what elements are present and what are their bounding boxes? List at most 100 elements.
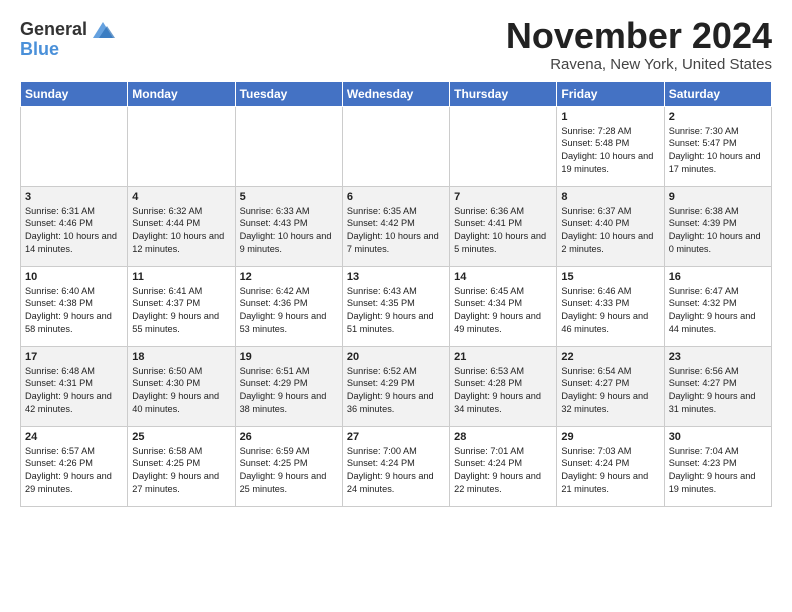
cell-info: Sunrise: 6:53 AMSunset: 4:28 PMDaylight:… — [454, 365, 552, 417]
cell-info: Sunrise: 6:37 AMSunset: 4:40 PMDaylight:… — [561, 205, 659, 257]
week-row-3: 10 Sunrise: 6:40 AMSunset: 4:38 PMDayligh… — [21, 266, 772, 346]
cell-w3-d3: 12 Sunrise: 6:42 AMSunset: 4:36 PMDayligh… — [235, 266, 342, 346]
cell-info: Sunrise: 6:43 AMSunset: 4:35 PMDaylight:… — [347, 285, 445, 337]
cell-w1-d2 — [128, 106, 235, 186]
day-number: 2 — [669, 111, 767, 123]
day-number: 15 — [561, 271, 659, 283]
day-number: 17 — [25, 351, 123, 363]
cell-w5-d6: 29 Sunrise: 7:03 AMSunset: 4:24 PMDayligh… — [557, 426, 664, 506]
cell-w1-d1 — [21, 106, 128, 186]
day-number: 18 — [132, 351, 230, 363]
cell-w2-d4: 6 Sunrise: 6:35 AMSunset: 4:42 PMDaylight… — [342, 186, 449, 266]
day-number: 27 — [347, 431, 445, 443]
day-number: 6 — [347, 191, 445, 203]
header: General Blue November 2024 Ravena, New Y… — [20, 16, 772, 73]
cell-w2-d2: 4 Sunrise: 6:32 AMSunset: 4:44 PMDaylight… — [128, 186, 235, 266]
cell-w1-d3 — [235, 106, 342, 186]
logo-text-general: General — [20, 20, 87, 40]
cell-info: Sunrise: 6:40 AMSunset: 4:38 PMDaylight:… — [25, 285, 123, 337]
cell-info: Sunrise: 6:38 AMSunset: 4:39 PMDaylight:… — [669, 205, 767, 257]
cell-w5-d2: 25Sunrise: 6:58 AMSunset: 4:25 PMDayligh… — [128, 426, 235, 506]
cell-info: Sunrise: 6:57 AMSunset: 4:26 PMDaylight:… — [25, 445, 123, 497]
cell-info: Sunrise: 6:45 AMSunset: 4:34 PMDaylight:… — [454, 285, 552, 337]
cell-info: Sunrise: 7:04 AMSunset: 4:23 PMDaylight:… — [669, 445, 767, 497]
week-row-2: 3 Sunrise: 6:31 AMSunset: 4:46 PMDaylight… — [21, 186, 772, 266]
day-number: 12 — [240, 271, 338, 283]
cell-info: Sunrise: 6:56 AMSunset: 4:27 PMDaylight:… — [669, 365, 767, 417]
cell-w3-d1: 10 Sunrise: 6:40 AMSunset: 4:38 PMDayligh… — [21, 266, 128, 346]
day-number: 25 — [132, 431, 230, 443]
cell-w4-d5: 21 Sunrise: 6:53 AMSunset: 4:28 PMDayligh… — [450, 346, 557, 426]
cell-info: Sunrise: 6:32 AMSunset: 4:44 PMDaylight:… — [132, 205, 230, 257]
col-header-sunday: Sunday — [21, 81, 128, 106]
logo-icon — [89, 16, 117, 44]
day-number: 24 — [25, 431, 123, 443]
cell-info: Sunrise: 6:47 AMSunset: 4:32 PMDaylight:… — [669, 285, 767, 337]
calendar-table: SundayMondayTuesdayWednesdayThursdayFrid… — [20, 81, 772, 507]
day-number: 14 — [454, 271, 552, 283]
cell-info: Sunrise: 7:01 AMSunset: 4:24 PMDaylight:… — [454, 445, 552, 497]
cell-w2-d3: 5Sunrise: 6:33 AMSunset: 4:43 PMDaylight… — [235, 186, 342, 266]
day-number: 21 — [454, 351, 552, 363]
cell-info: Sunrise: 6:31 AMSunset: 4:46 PMDaylight:… — [25, 205, 123, 257]
col-header-thursday: Thursday — [450, 81, 557, 106]
col-header-monday: Monday — [128, 81, 235, 106]
col-header-tuesday: Tuesday — [235, 81, 342, 106]
day-number: 13 — [347, 271, 445, 283]
day-number: 11 — [132, 271, 230, 283]
cell-w2-d6: 8 Sunrise: 6:37 AMSunset: 4:40 PMDaylight… — [557, 186, 664, 266]
header-row: SundayMondayTuesdayWednesdayThursdayFrid… — [21, 81, 772, 106]
cell-w3-d4: 13 Sunrise: 6:43 AMSunset: 4:35 PMDayligh… — [342, 266, 449, 346]
cell-info: Sunrise: 6:36 AMSunset: 4:41 PMDaylight:… — [454, 205, 552, 257]
cell-w4-d7: 23 Sunrise: 6:56 AMSunset: 4:27 PMDayligh… — [664, 346, 771, 426]
day-number: 29 — [561, 431, 659, 443]
cell-info: Sunrise: 6:33 AMSunset: 4:43 PMDaylight:… — [240, 205, 338, 257]
day-number: 16 — [669, 271, 767, 283]
cell-w5-d5: 28Sunrise: 7:01 AMSunset: 4:24 PMDayligh… — [450, 426, 557, 506]
cell-info: Sunrise: 6:54 AMSunset: 4:27 PMDaylight:… — [561, 365, 659, 417]
cell-w4-d6: 22 Sunrise: 6:54 AMSunset: 4:27 PMDayligh… — [557, 346, 664, 426]
cell-w4-d3: 19Sunrise: 6:51 AMSunset: 4:29 PMDayligh… — [235, 346, 342, 426]
cell-info: Sunrise: 6:52 AMSunset: 4:29 PMDaylight:… — [347, 365, 445, 417]
day-number: 23 — [669, 351, 767, 363]
day-number: 7 — [454, 191, 552, 203]
col-header-saturday: Saturday — [664, 81, 771, 106]
logo: General Blue — [20, 16, 117, 60]
day-number: 4 — [132, 191, 230, 203]
cell-w3-d6: 15 Sunrise: 6:46 AMSunset: 4:33 PMDayligh… — [557, 266, 664, 346]
cell-w1-d5 — [450, 106, 557, 186]
cell-w3-d2: 11 Sunrise: 6:41 AMSunset: 4:37 PMDayligh… — [128, 266, 235, 346]
day-number: 9 — [669, 191, 767, 203]
cell-w2-d5: 7 Sunrise: 6:36 AMSunset: 4:41 PMDaylight… — [450, 186, 557, 266]
cell-info: Sunrise: 6:48 AMSunset: 4:31 PMDaylight:… — [25, 365, 123, 417]
day-number: 30 — [669, 431, 767, 443]
day-number: 22 — [561, 351, 659, 363]
cell-info: Sunrise: 6:46 AMSunset: 4:33 PMDaylight:… — [561, 285, 659, 337]
location: Ravena, New York, United States — [506, 56, 772, 73]
cell-w5-d1: 24 Sunrise: 6:57 AMSunset: 4:26 PMDayligh… — [21, 426, 128, 506]
cell-w5-d7: 30 Sunrise: 7:04 AMSunset: 4:23 PMDayligh… — [664, 426, 771, 506]
week-row-1: 1Sunrise: 7:28 AMSunset: 5:48 PMDaylight… — [21, 106, 772, 186]
cell-info: Sunrise: 6:41 AMSunset: 4:37 PMDaylight:… — [132, 285, 230, 337]
col-header-friday: Friday — [557, 81, 664, 106]
day-number: 3 — [25, 191, 123, 203]
cell-info: Sunrise: 6:42 AMSunset: 4:36 PMDaylight:… — [240, 285, 338, 337]
cell-w1-d4 — [342, 106, 449, 186]
cell-info: Sunrise: 6:50 AMSunset: 4:30 PMDaylight:… — [132, 365, 230, 417]
cell-info: Sunrise: 6:59 AMSunset: 4:25 PMDaylight:… — [240, 445, 338, 497]
cell-w2-d1: 3 Sunrise: 6:31 AMSunset: 4:46 PMDaylight… — [21, 186, 128, 266]
day-number: 20 — [347, 351, 445, 363]
day-number: 8 — [561, 191, 659, 203]
col-header-wednesday: Wednesday — [342, 81, 449, 106]
cell-info: Sunrise: 7:28 AMSunset: 5:48 PMDaylight:… — [561, 125, 659, 177]
cell-w3-d5: 14 Sunrise: 6:45 AMSunset: 4:34 PMDayligh… — [450, 266, 557, 346]
logo-text-blue: Blue — [20, 40, 59, 60]
day-number: 10 — [25, 271, 123, 283]
day-number: 19 — [240, 351, 338, 363]
cell-w3-d7: 16 Sunrise: 6:47 AMSunset: 4:32 PMDayligh… — [664, 266, 771, 346]
cell-info: Sunrise: 7:03 AMSunset: 4:24 PMDaylight:… — [561, 445, 659, 497]
cell-w4-d2: 18 Sunrise: 6:50 AMSunset: 4:30 PMDayligh… — [128, 346, 235, 426]
month-title: November 2024 — [506, 16, 772, 56]
page: General Blue November 2024 Ravena, New Y… — [0, 0, 792, 517]
cell-info: Sunrise: 6:35 AMSunset: 4:42 PMDaylight:… — [347, 205, 445, 257]
